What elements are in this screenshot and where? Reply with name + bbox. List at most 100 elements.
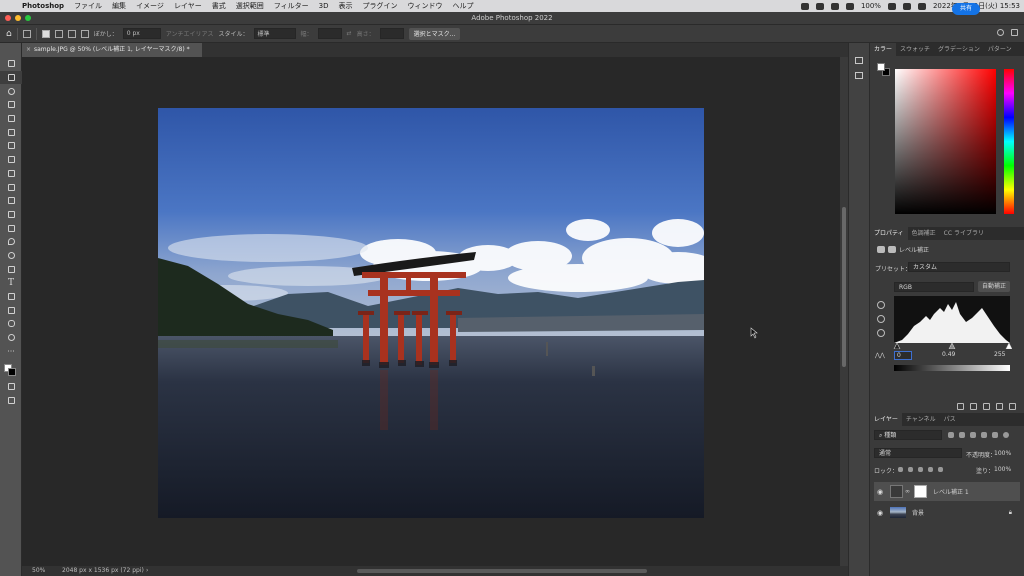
lock-artboard-icon[interactable]: [928, 467, 933, 472]
pen-tool[interactable]: [0, 262, 22, 276]
menu-help[interactable]: ヘルプ: [452, 1, 473, 11]
tab-properties[interactable]: プロパティ: [870, 227, 908, 240]
spotlight-icon[interactable]: [902, 2, 911, 10]
menu-image[interactable]: イメージ: [136, 1, 164, 11]
swap-icon[interactable]: ⇄: [347, 30, 352, 37]
calculate-icon[interactable]: ⋀⋀: [875, 352, 885, 359]
input-black-field[interactable]: 0: [894, 351, 912, 360]
shield-icon[interactable]: [815, 2, 824, 10]
lock-icon[interactable]: 🔒︎: [1009, 509, 1012, 517]
menu-file[interactable]: ファイル: [74, 1, 102, 11]
lock-image-icon[interactable]: [908, 467, 913, 472]
zoom-level[interactable]: 50%: [32, 566, 45, 576]
shape-tool[interactable]: [0, 303, 22, 317]
tab-gradients[interactable]: グラデーション: [934, 43, 984, 56]
quick-select-tool[interactable]: [0, 98, 22, 112]
document-tab[interactable]: × sample.JPG @ 50% (レベル補正 1, レイヤーマスク/8) …: [22, 43, 202, 57]
layer-row-background[interactable]: ◉ 背景 🔒︎: [874, 503, 1020, 522]
frame-tool[interactable]: [0, 125, 22, 139]
tab-adjustments[interactable]: 色調補正: [908, 227, 940, 240]
blend-mode-select[interactable]: 通常: [874, 448, 962, 458]
menu-plugins[interactable]: プラグイン: [362, 1, 397, 11]
wifi-icon[interactable]: [845, 2, 854, 10]
tab-cc-libraries[interactable]: CC ライブラリ: [940, 227, 988, 240]
lock-transparent-icon[interactable]: [898, 467, 903, 472]
channel-select[interactable]: RGB: [894, 282, 974, 292]
blur-tool[interactable]: [0, 235, 22, 249]
background-color[interactable]: [8, 368, 16, 377]
layer-row-levels[interactable]: ◉ ∞ レベル補正 1: [874, 482, 1020, 501]
path-select-tool[interactable]: [0, 290, 22, 304]
delete-icon[interactable]: [1009, 403, 1016, 410]
crop-tool[interactable]: [0, 112, 22, 126]
style-select[interactable]: 標準: [253, 28, 296, 39]
menu-view[interactable]: 表示: [338, 1, 352, 11]
antialias-checkbox[interactable]: アンチエイリアス: [166, 29, 214, 38]
link-icon[interactable]: ∞: [905, 488, 910, 495]
visibility-icon[interactable]: [996, 403, 1003, 410]
tab-patterns[interactable]: パターン: [984, 43, 1016, 56]
scroll-thumb[interactable]: [842, 207, 846, 367]
type-filter-icon[interactable]: [970, 432, 976, 438]
search-icon[interactable]: [997, 29, 1004, 36]
foreground-color-chip[interactable]: [877, 63, 885, 71]
menu-select[interactable]: 選択範囲: [236, 1, 264, 11]
auto-button[interactable]: 自動補正: [978, 281, 1011, 292]
fill-value[interactable]: 100%: [994, 466, 1011, 473]
close-tab-icon[interactable]: ×: [26, 43, 31, 57]
type-tool[interactable]: T: [0, 276, 22, 290]
gradient-tool[interactable]: [0, 221, 22, 235]
subtract-selection-icon[interactable]: [67, 29, 76, 38]
opacity-value[interactable]: 100%: [994, 450, 1011, 457]
tab-color[interactable]: カラー: [870, 43, 897, 56]
color-field[interactable]: [895, 69, 996, 214]
add-selection-icon[interactable]: [54, 29, 63, 38]
intersect-selection-icon[interactable]: [80, 29, 89, 38]
menu-type[interactable]: 書式: [212, 1, 226, 11]
brush-tool[interactable]: [0, 167, 22, 181]
share-button[interactable]: 共有: [952, 3, 980, 15]
view-previous-icon[interactable]: [970, 403, 977, 410]
edit-toolbar[interactable]: ···: [0, 344, 22, 358]
quick-mask-button[interactable]: [0, 380, 22, 394]
eraser-tool[interactable]: [0, 208, 22, 222]
menu-edit[interactable]: 編集: [112, 1, 126, 11]
tab-layers[interactable]: レイヤー: [870, 413, 902, 426]
bluetooth-icon[interactable]: [830, 2, 839, 10]
smart-object-filter-icon[interactable]: [992, 432, 998, 438]
black-point-eyedropper-icon[interactable]: [877, 301, 885, 309]
layer-name[interactable]: 背景: [912, 508, 924, 517]
adjustment-filter-icon[interactable]: [959, 432, 965, 438]
shape-filter-icon[interactable]: [981, 432, 987, 438]
marquee-tool[interactable]: [0, 70, 22, 85]
width-input[interactable]: [317, 28, 342, 39]
color-swatches[interactable]: [0, 358, 21, 380]
stamp-tool[interactable]: [0, 180, 22, 194]
new-selection-icon[interactable]: [41, 29, 50, 38]
lock-position-icon[interactable]: [918, 467, 923, 472]
battery-icon[interactable]: [887, 2, 896, 10]
eye-icon[interactable]: ◉: [874, 509, 886, 517]
workspace-icon[interactable]: [1011, 29, 1018, 36]
hue-slider[interactable]: [1004, 69, 1014, 214]
select-and-mask-button[interactable]: 選択とマスク...: [408, 27, 461, 40]
preset-select[interactable]: カスタム: [908, 262, 1010, 272]
tab-channels[interactable]: チャンネル: [902, 413, 940, 426]
eyedropper-tool[interactable]: [0, 139, 22, 153]
tab-paths[interactable]: パス: [940, 413, 960, 426]
lock-all-icon[interactable]: [938, 467, 943, 472]
eye-icon[interactable]: ◉: [874, 488, 886, 496]
screen-mode-button[interactable]: [0, 394, 22, 408]
menu-filter[interactable]: フィルター: [274, 1, 309, 11]
height-input[interactable]: [379, 28, 404, 39]
layer-name[interactable]: レベル補正 1: [933, 487, 969, 496]
close-window-button[interactable]: [5, 15, 11, 21]
move-tool[interactable]: [0, 57, 22, 71]
layer-filter-select[interactable]: ⌕ 種類: [874, 430, 942, 440]
menu-3d[interactable]: 3D: [319, 2, 329, 10]
input-sliders[interactable]: [892, 343, 1012, 349]
healing-tool[interactable]: [0, 153, 22, 167]
input-gamma-field[interactable]: 0.49: [942, 351, 955, 358]
input-white-field[interactable]: 255: [994, 351, 1005, 358]
app-status-icon[interactable]: [800, 2, 809, 10]
